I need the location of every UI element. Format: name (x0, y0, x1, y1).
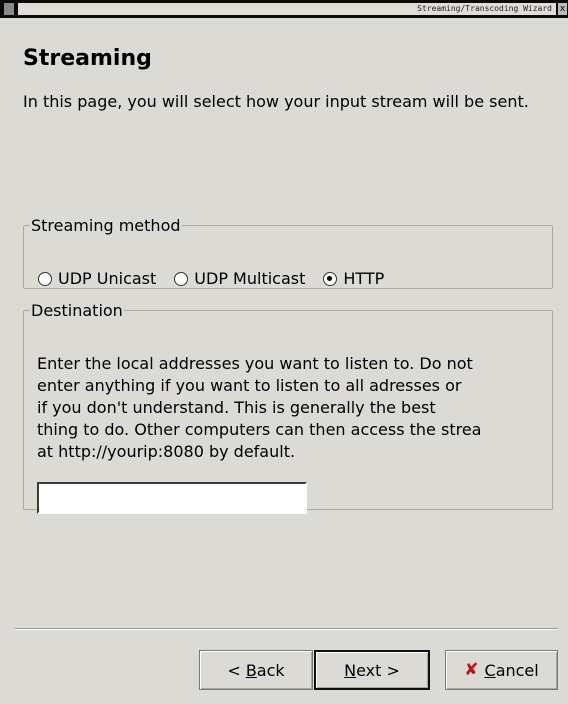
radio-label-http: HTTP (343, 269, 385, 288)
window-menu-icon[interactable] (4, 3, 14, 15)
streaming-method-legend: Streaming method (31, 216, 181, 235)
cancel-button[interactable]: ✘ Cancel (445, 650, 558, 690)
destination-help-text: Enter the local addresses you want to li… (37, 354, 482, 461)
back-button-mnemonic: B (245, 660, 257, 680)
cancel-button-label: ancel (495, 660, 539, 680)
back-button-label: ack (256, 660, 285, 680)
page-description: In this page, you will select how your i… (23, 92, 529, 111)
next-button[interactable]: Next > (314, 650, 430, 690)
radio-http[interactable]: HTTP (323, 269, 384, 288)
button-separator (15, 628, 558, 630)
streaming-method-options: UDP Unicast UDP Multicast HTTP (38, 269, 402, 288)
back-button-prefix: < (227, 660, 246, 680)
next-button-label: ext > (356, 660, 400, 680)
next-button-mnemonic: N (344, 660, 357, 680)
radio-unchecked-icon[interactable] (38, 271, 52, 286)
destination-legend: Destination (31, 301, 123, 320)
streaming-method-group: Streaming method UDP Unicast UDP Multica… (23, 216, 553, 289)
radio-udp-multicast[interactable]: UDP Multicast (174, 269, 305, 288)
destination-group: Destination Enter the local addresses yo… (23, 301, 553, 514)
radio-unchecked-icon[interactable] (174, 271, 189, 286)
destination-address-input[interactable] (37, 482, 307, 514)
page-title: Streaming (23, 46, 152, 71)
window-titlebar[interactable]: Streaming/Transcoding Wizard x (0, 0, 568, 18)
radio-checked-icon[interactable] (323, 271, 338, 286)
back-button[interactable]: < Back (199, 650, 313, 690)
radio-udp-unicast[interactable]: UDP Unicast (38, 269, 156, 288)
close-icon[interactable]: x (558, 3, 567, 15)
radio-label-udp-multicast: UDP Multicast (194, 269, 306, 288)
cancel-x-icon: ✘ (464, 660, 479, 680)
radio-label-udp-unicast: UDP Unicast (58, 269, 157, 288)
cancel-button-mnemonic: C (484, 660, 496, 680)
window-title: Streaming/Transcoding Wizard (18, 3, 556, 15)
